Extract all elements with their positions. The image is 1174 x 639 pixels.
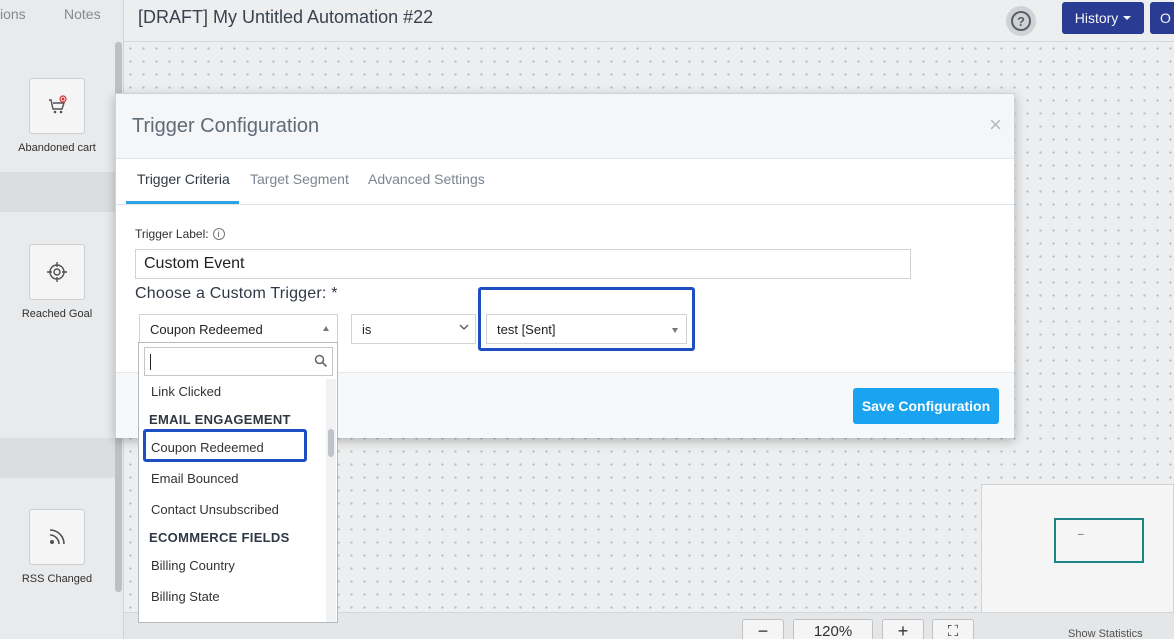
caret-up-icon — [323, 326, 329, 331]
option-email-bounced[interactable]: Email Bounced — [151, 471, 238, 486]
tab-trigger-criteria[interactable]: Trigger Criteria — [137, 171, 230, 187]
group-ecommerce-fields: ECOMMERCE FIELDS — [149, 530, 290, 545]
operator-select[interactable]: is — [351, 314, 476, 344]
save-configuration-button[interactable]: Save Configuration — [853, 388, 999, 424]
option-link-clicked[interactable]: Link Clicked — [151, 384, 221, 399]
text-cursor — [150, 354, 151, 370]
dropdown-options: Link Clicked EMAIL ENGAGEMENT Coupon Red… — [139, 379, 326, 622]
operator-value: is — [362, 321, 372, 337]
tab-advanced-settings[interactable]: Advanced Settings — [368, 171, 485, 187]
custom-trigger-dropdown[interactable]: Link Clicked EMAIL ENGAGEMENT Coupon Red… — [138, 342, 338, 623]
value-select-highlight — [478, 287, 695, 351]
active-tab-indicator — [126, 201, 239, 204]
selected-option-highlight — [143, 429, 307, 462]
dropdown-search-input[interactable] — [144, 347, 333, 376]
modal-header: Trigger Configuration × — [116, 94, 1014, 159]
trigger-label-caption: Trigger Label: i — [135, 227, 225, 241]
custom-trigger-value: Coupon Redeemed — [150, 321, 263, 337]
close-icon[interactable]: × — [989, 114, 1002, 136]
tab-target-segment[interactable]: Target Segment — [250, 171, 349, 187]
trigger-label-input[interactable] — [135, 249, 911, 279]
group-email-engagement: EMAIL ENGAGEMENT — [149, 412, 291, 427]
search-icon — [314, 354, 328, 368]
scrollbar-thumb[interactable] — [328, 429, 334, 457]
modal-title: Trigger Configuration — [132, 115, 320, 137]
chevron-down-icon — [459, 324, 469, 330]
modal-tabs: Trigger Criteria Target Segment Advanced… — [116, 159, 1014, 205]
option-billing-state[interactable]: Billing State — [151, 589, 220, 604]
choose-trigger-caption: Choose a Custom Trigger: * — [135, 285, 338, 302]
trigger-label-text: Trigger Label: — [135, 227, 209, 241]
custom-trigger-select[interactable]: Coupon Redeemed — [139, 314, 338, 344]
dropdown-scrollbar[interactable] — [326, 379, 336, 622]
option-contact-unsubscribed[interactable]: Contact Unsubscribed — [151, 502, 279, 517]
info-icon[interactable]: i — [212, 228, 225, 240]
option-billing-country[interactable]: Billing Country — [151, 558, 235, 573]
